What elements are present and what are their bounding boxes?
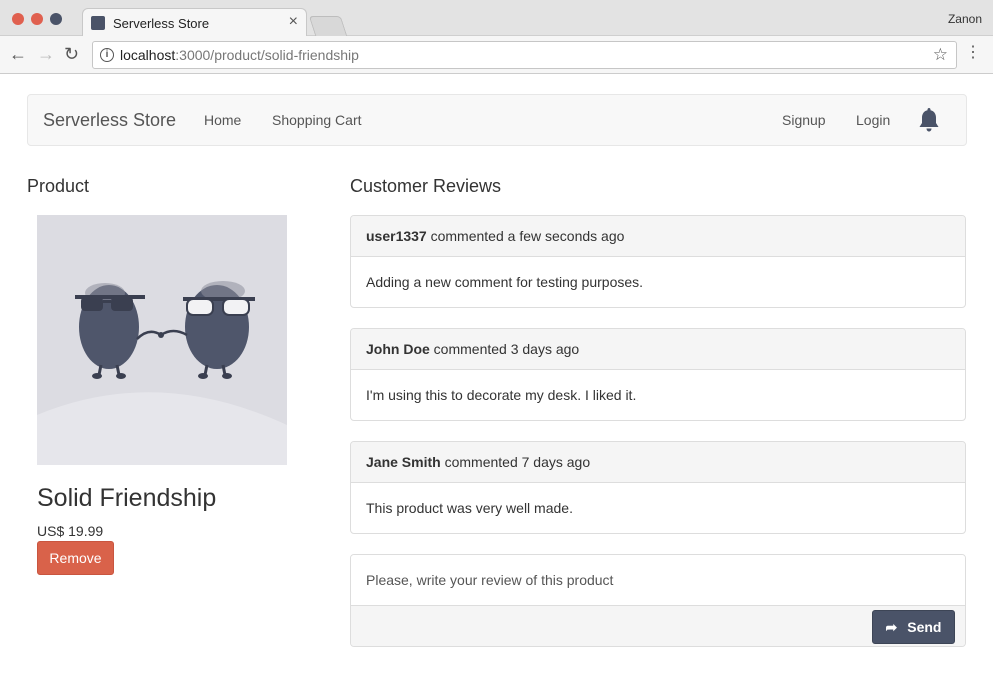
review-meta: commented 7 days ago (444, 454, 591, 470)
review-input[interactable] (351, 555, 965, 606)
review-card: John Doe commented 3 days ago I'm using … (350, 328, 966, 421)
url-host: localhost (120, 47, 176, 63)
url-text[interactable]: localhost:3000/product/solid-friendship (120, 47, 359, 63)
review-author: user1337 (366, 228, 427, 244)
new-tab-button[interactable] (308, 16, 348, 36)
product-name: Solid Friendship (37, 484, 217, 512)
tab-title: Serverless Store (113, 16, 210, 31)
browser-toolbar: ← → ↻ i localhost:3000/product/solid-fri… (0, 36, 993, 74)
close-icon[interactable]: × (289, 13, 298, 31)
review-heading: user1337 commented a few seconds ago (351, 216, 965, 257)
product-price: US$ 19.99 (37, 523, 104, 539)
address-bar[interactable]: i localhost:3000/product/solid-friendshi… (92, 41, 957, 69)
brand-link[interactable]: Serverless Store (43, 110, 176, 131)
share-arrow-icon: ➦ (885, 618, 898, 635)
remove-button[interactable]: Remove (37, 541, 114, 575)
profile-name[interactable]: Zanon (948, 12, 982, 26)
nav-cart-link[interactable]: Shopping Cart (272, 112, 362, 128)
forward-arrow-icon[interactable]: → (37, 44, 55, 64)
nav-home-link[interactable]: Home (204, 112, 241, 128)
review-meta: commented 3 days ago (433, 341, 580, 357)
nav-login-link[interactable]: Login (856, 112, 890, 128)
browser-title-bar: Serverless Store × Zanon (0, 0, 993, 37)
info-icon[interactable]: i (100, 48, 114, 62)
review-text: Adding a new comment for testing purpose… (366, 274, 644, 290)
review-card: user1337 commented a few seconds ago Add… (350, 215, 966, 308)
reviews-section-title: Customer Reviews (350, 176, 502, 196)
review-text: I'm using this to decorate my desk. I li… (366, 387, 637, 403)
browser-tab[interactable]: Serverless Store × (82, 8, 307, 37)
review-author: John Doe (366, 341, 430, 357)
bell-icon[interactable] (916, 106, 942, 134)
url-path: :3000/product/solid-friendship (175, 47, 359, 63)
window-maximize-button[interactable] (50, 13, 62, 25)
product-section-title: Product (27, 176, 90, 196)
reload-icon[interactable]: ↻ (64, 44, 79, 64)
review-meta: commented a few seconds ago (430, 228, 625, 244)
star-icon[interactable]: ☆ (933, 45, 948, 65)
window-minimize-button[interactable] (31, 13, 43, 25)
review-author: Jane Smith (366, 454, 441, 470)
window-close-button[interactable] (12, 13, 24, 25)
review-card: Jane Smith commented 7 days ago This pro… (350, 441, 966, 534)
review-heading: Jane Smith commented 7 days ago (351, 442, 965, 483)
site-navbar: Serverless Store Home Shopping Cart Sign… (27, 94, 967, 146)
send-button[interactable]: ➦ Send (872, 610, 955, 644)
product-image (37, 215, 287, 465)
send-label: Send (907, 618, 942, 635)
review-heading: John Doe commented 3 days ago (351, 329, 965, 370)
nav-signup-link[interactable]: Signup (782, 112, 826, 128)
favicon-icon (91, 16, 105, 30)
new-review-form: ➦ Send (350, 554, 966, 647)
review-form-footer: ➦ Send (351, 606, 965, 646)
kebab-menu-icon[interactable]: ⋮ (965, 44, 981, 62)
back-arrow-icon[interactable]: ← (9, 44, 27, 64)
review-text: This product was very well made. (366, 500, 573, 516)
